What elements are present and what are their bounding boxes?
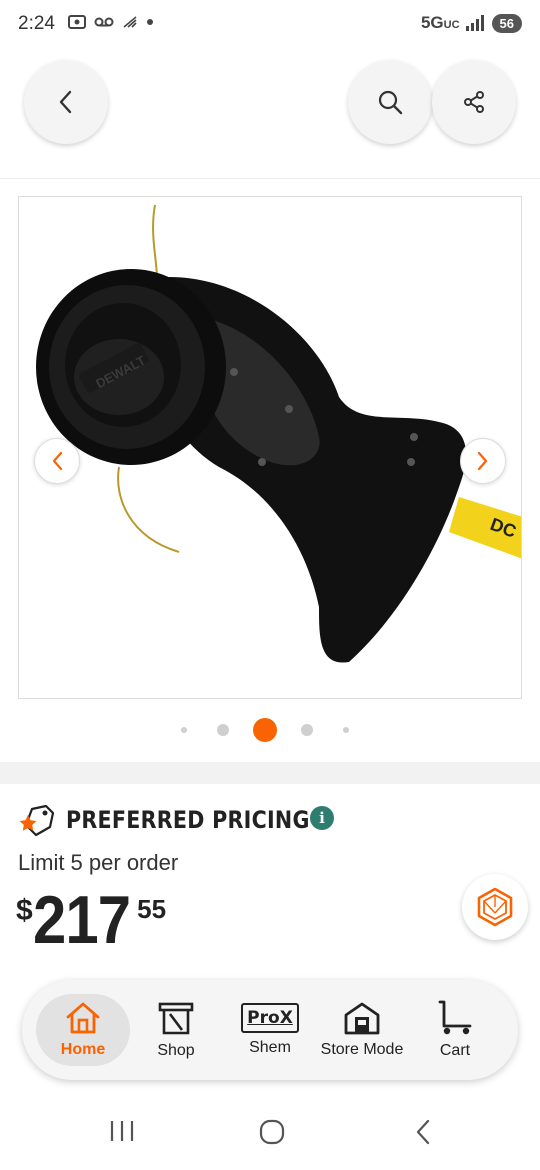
- price-dollars: 217: [32, 882, 131, 958]
- back-button[interactable]: [24, 60, 108, 144]
- price-currency: $: [16, 894, 33, 927]
- bottom-navigation: Home Shop ProX Shem Store Mode Cart: [22, 980, 518, 1080]
- nav-prox-label: Shem: [249, 1039, 291, 1056]
- nav-store-mode-label: Store Mode: [320, 1041, 404, 1058]
- notification-icons: [68, 14, 154, 30]
- screenshot-icon: [68, 15, 86, 29]
- cart-icon: [438, 1000, 472, 1035]
- prox-icon: ProX: [241, 1003, 299, 1033]
- status-time: 2:24: [18, 13, 55, 34]
- system-navigation-bar: [0, 1100, 540, 1170]
- recent-apps-button[interactable]: [108, 1118, 136, 1144]
- hexagon-assistant-button[interactable]: [462, 874, 528, 940]
- network-label: 5GUC: [420, 13, 460, 32]
- dot-icon: [147, 19, 153, 25]
- back-system-button[interactable]: [412, 1118, 434, 1146]
- search-button[interactable]: [348, 60, 432, 144]
- store-icon: [344, 1002, 380, 1035]
- price-cents: 55: [137, 894, 167, 924]
- price: $ 217 55: [16, 884, 166, 956]
- pricing-title: PREFERRED PRICING: [66, 806, 310, 834]
- product-image[interactable]: DC DEWALT: [18, 196, 522, 699]
- back-arrow-icon: [416, 1119, 430, 1145]
- nav-home-label: Home: [60, 1041, 106, 1058]
- pager-dot[interactable]: [301, 724, 313, 736]
- nav-cart[interactable]: Cart: [409, 980, 501, 1080]
- recent-apps-icon: [110, 1121, 134, 1141]
- nav-home[interactable]: Home: [37, 980, 129, 1080]
- nav-shop[interactable]: Shop: [130, 980, 222, 1080]
- share-button[interactable]: [432, 60, 516, 144]
- chevron-left-icon: [59, 90, 72, 114]
- star-tag-icon: [19, 804, 55, 837]
- chevron-right-icon: [477, 451, 488, 471]
- nav-shop-label: Shop: [157, 1042, 195, 1059]
- info-icon[interactable]: i: [310, 806, 334, 830]
- prox-icon-text: ProX: [247, 1008, 293, 1028]
- status-bar: 2:24 5GUC 56: [0, 0, 540, 52]
- pager-dot-active[interactable]: [253, 718, 277, 742]
- pager-dot[interactable]: [343, 727, 349, 733]
- nav-cart-label: Cart: [439, 1042, 471, 1059]
- trimmer-head-illustration: DC DEWALT: [36, 204, 521, 663]
- nav-store-mode[interactable]: Store Mode: [316, 980, 408, 1080]
- next-image-button[interactable]: [460, 438, 506, 484]
- previous-image-button[interactable]: [34, 438, 80, 484]
- header-divider: [0, 178, 540, 179]
- image-pager: [0, 718, 540, 742]
- home-circle-icon: [259, 1119, 285, 1145]
- section-divider: [0, 762, 540, 784]
- chevron-left-icon: [52, 451, 63, 471]
- home-system-button[interactable]: [258, 1118, 286, 1146]
- home-icon: [66, 1002, 100, 1034]
- purchase-limit: Limit 5 per order: [18, 850, 179, 875]
- shop-icon: [158, 1002, 194, 1035]
- no-signal-icon: [123, 16, 137, 28]
- preferred-pricing-header: PREFERRED PRICING: [18, 803, 349, 837]
- pager-dot[interactable]: [217, 724, 229, 736]
- battery-indicator: 56: [491, 13, 522, 33]
- hexagon-icon: [477, 887, 513, 927]
- search-icon: [378, 90, 403, 115]
- voicemail-icon: [94, 17, 114, 27]
- signal-icon: [465, 15, 486, 31]
- share-icon: [464, 91, 484, 113]
- status-right: 5GUC 56: [421, 13, 522, 33]
- nav-prox[interactable]: ProX Shem: [224, 980, 316, 1080]
- pager-dot[interactable]: [181, 727, 187, 733]
